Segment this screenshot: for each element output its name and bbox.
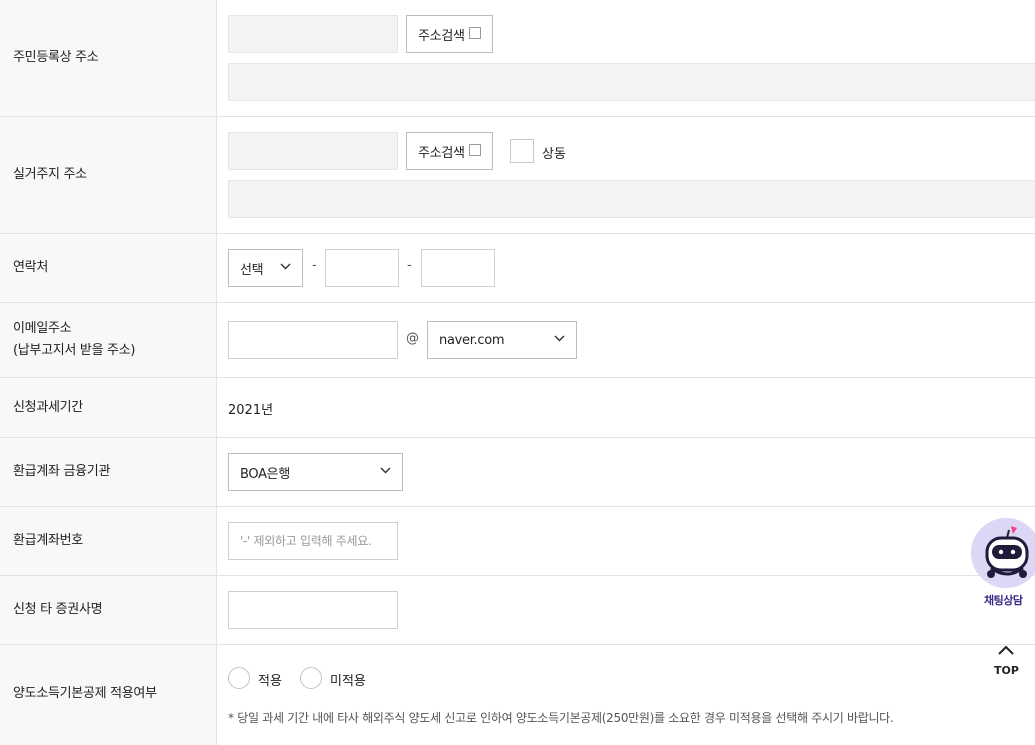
refund-account-input[interactable] [228,522,398,560]
email-domain-value: naver.com [439,332,505,348]
chevron-down-icon [380,467,391,474]
row-resident-address: 주민등록상 주소 주소검색 [0,0,1035,117]
actual-address-cell: 주소검색 상동 [228,117,1035,233]
chevron-up-icon [998,645,1014,655]
label-deduction: 양도소득기본공제 적용여부 [13,686,157,701]
search-button-label: 주소검색 [418,145,465,161]
row-contact: 연락처 선택 - - [0,234,1035,303]
contact-cell: 선택 - - [228,234,1035,302]
actual-address-search-button[interactable]: 주소검색 [406,132,493,170]
resident-zipcode-field [228,15,398,53]
resident-address-search-button[interactable]: 주소검색 [406,15,493,53]
row-refund-bank: 환급계좌 금융기관 BOA은행 [0,438,1035,507]
label-refund-bank: 환급계좌 금융기관 [13,464,111,479]
refund-bank-select[interactable]: BOA은행 [228,453,403,491]
phone-prefix-select[interactable]: 선택 [228,249,303,287]
row-tax-period: 신청과세기간 2021년 [0,378,1035,438]
resident-address-detail-field [228,63,1035,101]
deduction-notice: * 당일 과세 기간 내에 타사 해외주식 양도세 신고로 인하여 양도소득기본… [228,711,894,725]
row-refund-account: 환급계좌번호 [0,507,1035,576]
email-at-sign: @ [406,331,419,346]
search-button-label: 주소검색 [418,28,465,44]
email-id-input[interactable] [228,321,398,359]
deduction-apply-label: 적용 [258,674,282,689]
refund-bank-cell: BOA은행 [228,438,1035,506]
label-email: 이메일주소 [13,321,72,336]
label-other-broker: 신청 타 증권사명 [13,602,103,617]
row-label: 신청 타 증권사명 [0,576,217,644]
phone-separator: - [407,258,412,273]
popup-icon [468,27,481,39]
same-address-checkbox[interactable] [510,139,534,163]
row-label: 주민등록상 주소 [0,0,217,116]
scroll-top-button[interactable]: TOP [988,640,1024,680]
chat-consult-label[interactable]: 채팅상담 [984,592,1023,608]
other-broker-cell [228,576,1035,644]
chevron-down-icon [554,335,565,342]
row-label: 이메일주소 (납부고지서 받을 주소) [0,303,217,377]
resident-address-cell: 주소검색 [228,0,1035,116]
row-label: 환급계좌번호 [0,507,217,575]
popup-icon [468,144,481,156]
label-actual-address: 실거주지 주소 [13,167,87,182]
row-label: 연락처 [0,234,217,302]
same-address-label: 상동 [542,147,566,162]
label-tax-period: 신청과세기간 [13,399,83,415]
deduction-cell: 적용 미적용 * 당일 과세 기간 내에 타사 해외주식 양도세 신고로 인하여… [228,645,1035,745]
tax-period-cell: 2021년 [228,378,1035,437]
row-deduction: 양도소득기본공제 적용여부 적용 미적용 * 당일 과세 기간 내에 타사 해외… [0,645,1035,745]
label-resident-address: 주민등록상 주소 [13,50,99,65]
tax-period-value: 2021년 [228,403,274,418]
refund-bank-value: BOA은행 [240,466,291,482]
phone-last-input[interactable] [421,249,495,287]
actual-zipcode-field [228,132,398,170]
phone-middle-input[interactable] [325,249,399,287]
deduction-not-apply-label: 미적용 [330,674,366,689]
deduction-apply-radio[interactable] [228,667,250,689]
actual-address-detail-field [228,180,1035,218]
chat-bot-avatar [971,518,1035,588]
email-cell: @ naver.com [228,303,1035,377]
refund-account-cell [228,507,1035,575]
row-label: 신청과세기간 [0,378,217,437]
chat-robot-icon [985,526,1029,578]
row-other-broker: 신청 타 증권사명 [0,576,1035,645]
email-domain-select[interactable]: naver.com [427,321,577,359]
row-actual-address: 실거주지 주소 주소검색 상동 [0,117,1035,234]
row-email: 이메일주소 (납부고지서 받을 주소) @ naver.com [0,303,1035,378]
row-label: 환급계좌 금융기관 [0,438,217,506]
phone-separator: - [312,258,317,273]
row-label: 양도소득기본공제 적용여부 [0,645,217,745]
other-broker-input[interactable] [228,591,398,629]
label-email-sub: (납부고지서 받을 주소) [13,343,136,358]
label-contact: 연락처 [13,260,48,275]
label-refund-account: 환급계좌번호 [13,533,83,548]
chevron-down-icon [280,263,291,270]
scroll-top-label: TOP [994,664,1019,677]
row-label: 실거주지 주소 [0,117,217,233]
deduction-not-apply-radio[interactable] [300,667,322,689]
phone-prefix-value: 선택 [240,262,264,278]
